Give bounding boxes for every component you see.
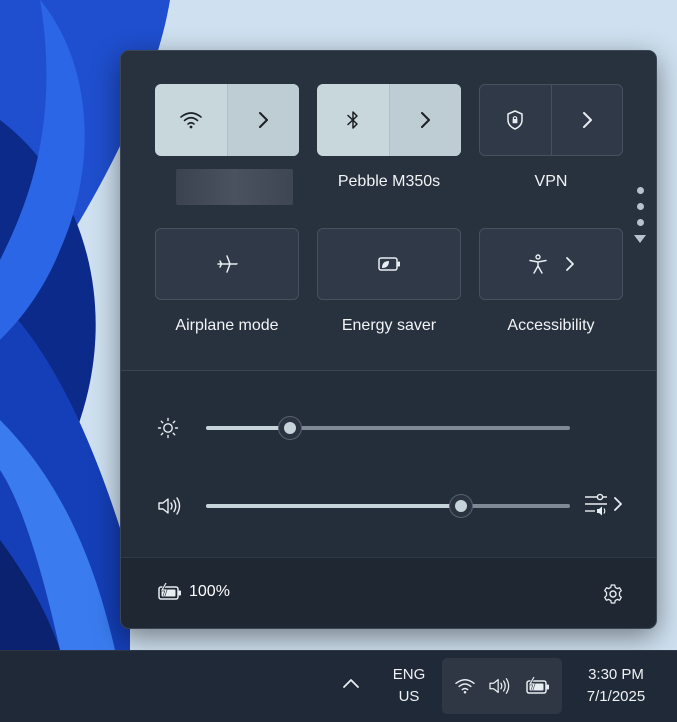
bluetooth-toggle[interactable] [317, 84, 389, 156]
chevron-right-icon [259, 112, 269, 128]
vpn-label: VPN [534, 173, 568, 190]
audio-mixer-button[interactable] [583, 491, 623, 517]
tiles-pager [633, 187, 647, 243]
gear-icon [604, 584, 622, 604]
airplane-icon [217, 255, 238, 273]
battery-percent: 100% [189, 583, 230, 600]
vpn-expand-button[interactable] [550, 85, 623, 155]
sun-icon [157, 417, 179, 439]
battery-charging-icon [158, 582, 181, 600]
pager-dot[interactable] [636, 219, 644, 226]
speaker-icon[interactable] [157, 495, 183, 517]
chevron-right-icon [421, 112, 431, 128]
accessibility-tile[interactable] [479, 228, 623, 300]
wifi-expand-button[interactable] [226, 84, 299, 156]
audio-mixer-icon [585, 493, 607, 516]
bluetooth-icon [347, 111, 358, 129]
wifi-icon [454, 678, 475, 694]
input-language-button[interactable]: ENG US [384, 664, 434, 708]
wifi-tile[interactable] [155, 84, 299, 156]
pager-dot[interactable] [636, 203, 644, 210]
shield-icon [507, 110, 523, 130]
system-tray-quick-settings-button[interactable] [442, 658, 562, 714]
chevron-up-icon [343, 679, 359, 688]
bluetooth-label: Pebble M350s [337, 173, 441, 190]
bluetooth-tile[interactable] [317, 84, 461, 156]
volume-slider-fill [206, 504, 461, 508]
clock-button[interactable]: 3:30 PM 7/1/2025 [570, 664, 662, 708]
volume-slider-thumb[interactable] [448, 494, 473, 518]
wifi-toggle[interactable] [155, 84, 227, 156]
clock-date: 7/1/2025 [586, 688, 646, 705]
volume-slider-row [121, 491, 656, 521]
brightness-slider[interactable] [206, 416, 570, 440]
pager-dot[interactable] [636, 187, 644, 194]
volume-slider[interactable] [206, 494, 570, 518]
speaker-icon [489, 678, 510, 694]
brightness-slider-row [121, 413, 656, 443]
quick-settings-footer: 100% [121, 557, 656, 628]
show-hidden-icons-button[interactable] [340, 673, 362, 699]
bluetooth-expand-button[interactable] [388, 84, 461, 156]
airplane-mode-label: Airplane mode [175, 317, 279, 334]
pager-next-arrow-icon[interactable] [634, 235, 646, 243]
brightness-slider-thumb[interactable] [277, 416, 302, 440]
accessibility-label: Accessibility [507, 317, 595, 334]
vpn-tile[interactable] [479, 84, 623, 156]
taskbar: ENG US 3:30 PM 7/1/2025 [0, 650, 677, 722]
sliders-area [121, 371, 656, 557]
chevron-right-icon [582, 112, 592, 128]
language-code: ENG [392, 666, 426, 683]
chevron-right-icon [566, 257, 574, 271]
airplane-mode-tile[interactable] [155, 228, 299, 300]
battery-status[interactable]: 100% [157, 582, 230, 602]
clock-time: 3:30 PM [588, 666, 644, 683]
wifi-network-name-redacted [176, 169, 293, 205]
quick-settings-panel: Pebble M350s VPN Airplane mode Energy sa… [120, 50, 657, 629]
wifi-icon [179, 112, 202, 129]
settings-button[interactable] [602, 583, 624, 609]
energy-saver-label: Energy saver [341, 317, 437, 334]
vpn-toggle[interactable] [480, 85, 551, 155]
battery-leaf-icon [378, 257, 400, 271]
accessibility-icon [529, 254, 547, 274]
battery-charging-icon [525, 676, 549, 694]
language-region: US [398, 688, 420, 705]
energy-saver-tile[interactable] [317, 228, 461, 300]
quick-settings-tiles-area: Pebble M350s VPN Airplane mode Energy sa… [121, 51, 656, 370]
chevron-right-icon [614, 497, 622, 511]
